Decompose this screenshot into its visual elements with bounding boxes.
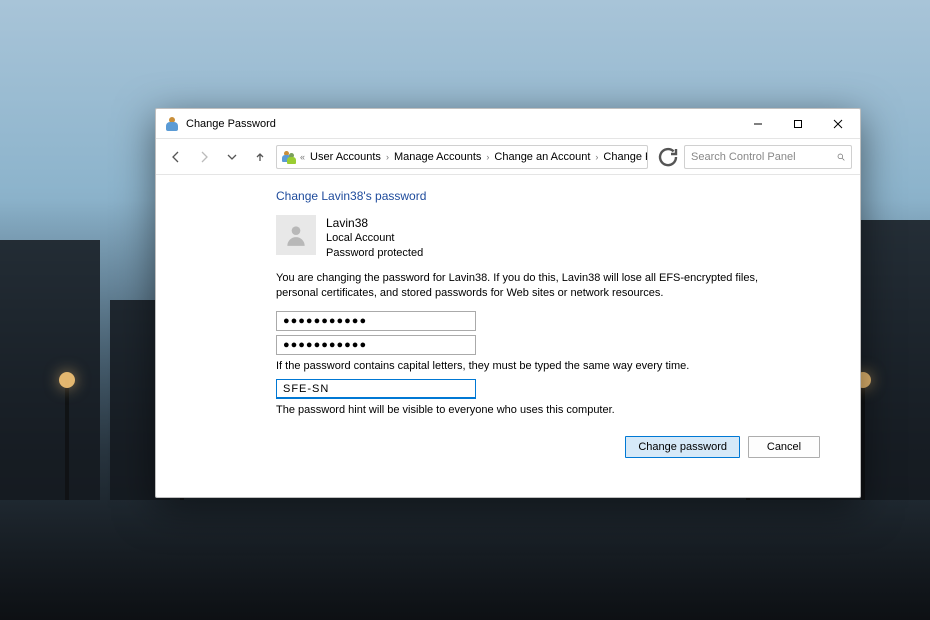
user-accounts-icon <box>164 116 180 132</box>
search-box[interactable] <box>684 145 852 169</box>
window-title: Change Password <box>186 118 276 130</box>
breadcrumb-item[interactable]: Change Password <box>601 151 648 163</box>
hint-note: The password hint will be visible to eve… <box>276 403 840 418</box>
minimize-button[interactable] <box>738 110 778 138</box>
search-input[interactable] <box>691 151 833 163</box>
chevron-right-icon: › <box>594 152 599 162</box>
user-info-block: Lavin38 Local Account Password protected <box>276 215 840 261</box>
breadcrumb-item[interactable]: User Accounts <box>308 151 383 163</box>
chevron-right-icon: › <box>385 152 390 162</box>
caps-note: If the password contains capital letters… <box>276 359 840 374</box>
user-avatar <box>276 215 316 255</box>
titlebar: Change Password <box>156 109 860 139</box>
maximize-button[interactable] <box>778 110 818 138</box>
content-area: Change Lavin38's password Lavin38 Local … <box>156 175 860 497</box>
button-row: Change password Cancel <box>276 436 840 458</box>
account-type: Local Account <box>326 231 423 246</box>
refresh-button[interactable] <box>656 145 680 169</box>
confirm-password-field[interactable] <box>276 335 476 355</box>
password-hint-field[interactable] <box>276 379 476 399</box>
change-password-button[interactable]: Change password <box>625 436 740 458</box>
new-password-input[interactable] <box>283 315 469 327</box>
new-password-field[interactable] <box>276 311 476 331</box>
chevron-right-icon: › <box>485 152 490 162</box>
control-panel-window: Change Password « User Accou <box>155 108 861 498</box>
user-accounts-icon <box>281 149 297 165</box>
navigation-bar: « User Accounts › Manage Accounts › Chan… <box>156 139 860 175</box>
breadcrumb-item[interactable]: Change an Account <box>492 151 592 163</box>
user-name: Lavin38 <box>326 215 423 231</box>
breadcrumb-item[interactable]: Manage Accounts <box>392 151 483 163</box>
back-button[interactable] <box>164 145 188 169</box>
user-info-text: Lavin38 Local Account Password protected <box>326 215 423 261</box>
up-button[interactable] <box>248 145 272 169</box>
confirm-password-input[interactable] <box>283 339 469 351</box>
search-icon <box>837 151 845 163</box>
account-status: Password protected <box>326 246 423 261</box>
warning-text: You are changing the password for Lavin3… <box>276 271 771 301</box>
breadcrumb-prefix: « <box>299 152 306 162</box>
recent-locations-button[interactable] <box>220 145 244 169</box>
page-heading: Change Lavin38's password <box>276 189 840 203</box>
cancel-button[interactable]: Cancel <box>748 436 820 458</box>
password-hint-input[interactable] <box>283 383 469 395</box>
close-button[interactable] <box>818 110 858 138</box>
forward-button[interactable] <box>192 145 216 169</box>
address-bar[interactable]: « User Accounts › Manage Accounts › Chan… <box>276 145 648 169</box>
